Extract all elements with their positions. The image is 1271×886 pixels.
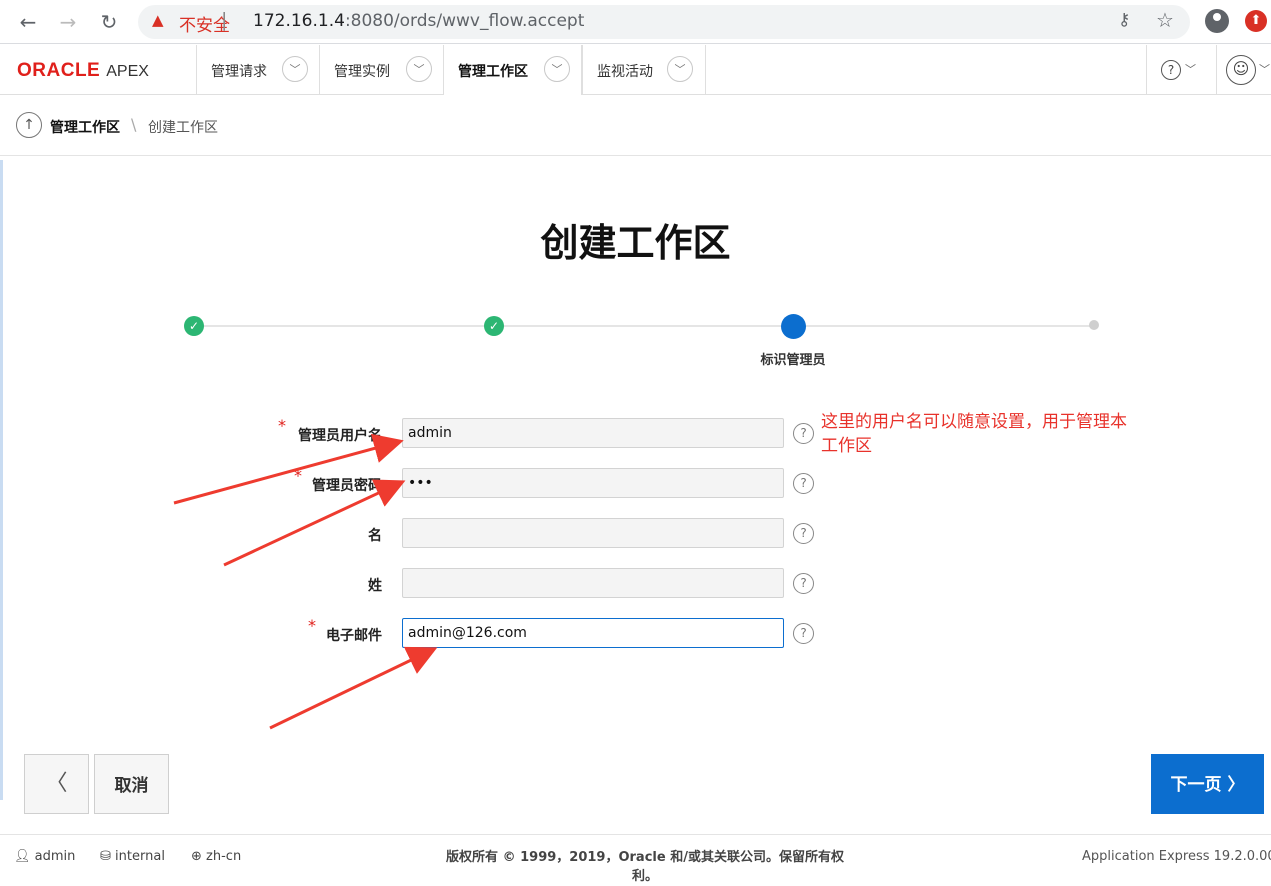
breadcrumb-current: 创建工作区 xyxy=(148,120,218,136)
forward-arrow-icon[interactable]: → xyxy=(54,8,82,36)
help-menu-button[interactable]: ? ﹀ xyxy=(1146,45,1216,95)
browser-profile-icon[interactable] xyxy=(1205,9,1229,33)
extension-icon[interactable]: ⬆ xyxy=(1245,10,1267,32)
help-icon: ? xyxy=(1161,60,1181,80)
address-bar[interactable]: ▲ 不安全 | 172.16.1.4:8080/ords/wwv_flow.ac… xyxy=(138,5,1190,39)
tab-manage-requests[interactable]: 管理请求 ﹀ xyxy=(196,45,319,95)
tab-manage-workspaces[interactable]: 管理工作区 ﹀ xyxy=(443,45,582,95)
first-name-input[interactable] xyxy=(402,518,784,548)
chevron-down-icon[interactable]: ﹀ xyxy=(406,56,432,82)
tab-label: 管理实例 xyxy=(334,64,390,80)
chevron-down-icon: ﹀ xyxy=(1259,63,1270,76)
annotation-note: 这里的用户名可以随意设置，用于管理本工作区 xyxy=(821,412,1127,456)
breadcrumb: ↑ 管理工作区 \ 创建工作区 xyxy=(0,96,1271,156)
tab-label: 管理请求 xyxy=(211,64,267,80)
page-title: 创建工作区 xyxy=(540,221,731,265)
chevron-down-icon: ﹀ xyxy=(1185,63,1196,76)
footer: 👤︎ admin ⛁ internal ⊕ zh-cn 版权所有 © 1999，… xyxy=(0,834,1271,886)
previous-button[interactable]: 〈 xyxy=(24,754,89,814)
logo-oracle-text: ORACLE xyxy=(17,60,101,81)
footer-language[interactable]: ⊕ zh-cn xyxy=(191,849,241,864)
footer-workspace[interactable]: ⛁ internal xyxy=(100,849,165,864)
chevron-down-icon[interactable]: ﹀ xyxy=(282,56,308,82)
current-step-label: 标识管理员 xyxy=(760,353,826,368)
back-arrow-icon[interactable]: ← xyxy=(14,8,42,36)
url-path: :8080/ords/wwv_flow.accept xyxy=(344,11,585,31)
globe-icon: ⊕ xyxy=(191,849,202,864)
copyright-text: 版权所有 © 1999，2019，Oracle 和/或其关联公司。保留所有权利。 xyxy=(446,850,844,884)
address-separator: | xyxy=(221,9,228,31)
logo-apex-text: APEX xyxy=(106,63,149,80)
admin-password-label: 管理员密码 xyxy=(312,478,382,494)
help-icon[interactable]: ? xyxy=(793,473,814,494)
tab-label: 管理工作区 xyxy=(458,64,528,80)
admin-password-input[interactable] xyxy=(402,468,784,498)
warning-icon: ▲ xyxy=(152,11,164,29)
admin-username-input[interactable] xyxy=(402,418,784,448)
database-icon: ⛁ xyxy=(100,849,111,864)
help-icon[interactable]: ? xyxy=(793,423,814,444)
first-name-label: 名 xyxy=(368,528,382,544)
email-label: 电子邮件 xyxy=(326,628,382,644)
footer-user-text: admin xyxy=(34,849,76,864)
url-text[interactable]: 172.16.1.4:8080/ords/wwv_flow.accept xyxy=(253,11,584,31)
arrow-to-password xyxy=(223,479,406,567)
oracle-apex-logo[interactable]: ORACLE APEX xyxy=(17,60,149,82)
step-1-check-icon: ✓ xyxy=(184,316,204,336)
tab-manage-instance[interactable]: 管理实例 ﹀ xyxy=(319,45,443,95)
last-name-label: 姓 xyxy=(368,578,382,594)
apex-header: ORACLE APEX 管理请求 ﹀ 管理实例 ﹀ 管理工作区 ﹀ 监视活动 ﹀ … xyxy=(0,45,1271,95)
arrow-to-email xyxy=(269,646,438,730)
cancel-button[interactable]: 取消 xyxy=(94,754,169,814)
reload-icon[interactable]: ↻ xyxy=(95,8,123,36)
footer-user[interactable]: 👤︎ admin xyxy=(14,849,75,864)
chevron-down-icon[interactable]: ﹀ xyxy=(667,56,693,82)
footer-language-text: zh-cn xyxy=(206,849,242,864)
bookmark-star-icon[interactable]: ☆ xyxy=(1156,8,1174,32)
breadcrumb-parent-link[interactable]: 管理工作区 xyxy=(50,117,120,137)
version-text: Application Express 19.2.0.00.18 xyxy=(1082,849,1271,864)
step-4-pending-indicator xyxy=(1089,320,1099,330)
next-button[interactable]: 下一页 〉 xyxy=(1151,754,1264,814)
admin-username-label: 管理员用户名 xyxy=(298,428,382,444)
step-2-check-icon: ✓ xyxy=(484,316,504,336)
user-icon: 👤︎ xyxy=(14,849,31,864)
required-marker: * xyxy=(308,616,316,635)
step-3-current-indicator xyxy=(781,314,806,339)
user-avatar-icon: ☺ xyxy=(1226,55,1256,85)
help-icon[interactable]: ? xyxy=(793,623,814,644)
up-arrow-icon[interactable]: ↑ xyxy=(16,112,42,138)
browser-toolbar: ← → ↻ ▲ 不安全 | 172.16.1.4:8080/ords/wwv_f… xyxy=(0,0,1271,44)
tab-monitor-activity[interactable]: 监视活动 ﹀ xyxy=(582,45,706,95)
last-name-input[interactable] xyxy=(402,568,784,598)
breadcrumb-separator: \ xyxy=(131,115,137,134)
email-input[interactable] xyxy=(402,618,784,648)
help-icon[interactable]: ? xyxy=(793,573,814,594)
chevron-down-icon[interactable]: ﹀ xyxy=(544,56,570,82)
help-icon[interactable]: ? xyxy=(793,523,814,544)
required-marker: * xyxy=(278,416,286,435)
key-icon[interactable]: ⚷ xyxy=(1118,10,1130,30)
footer-workspace-text: internal xyxy=(115,849,165,864)
wizard-progress-line xyxy=(194,325,1094,327)
required-marker: * xyxy=(294,466,302,485)
tab-label: 监视活动 xyxy=(597,64,653,80)
user-menu-button[interactable]: ☺ ﹀ xyxy=(1216,45,1271,95)
url-host: 172.16.1.4 xyxy=(253,11,345,31)
